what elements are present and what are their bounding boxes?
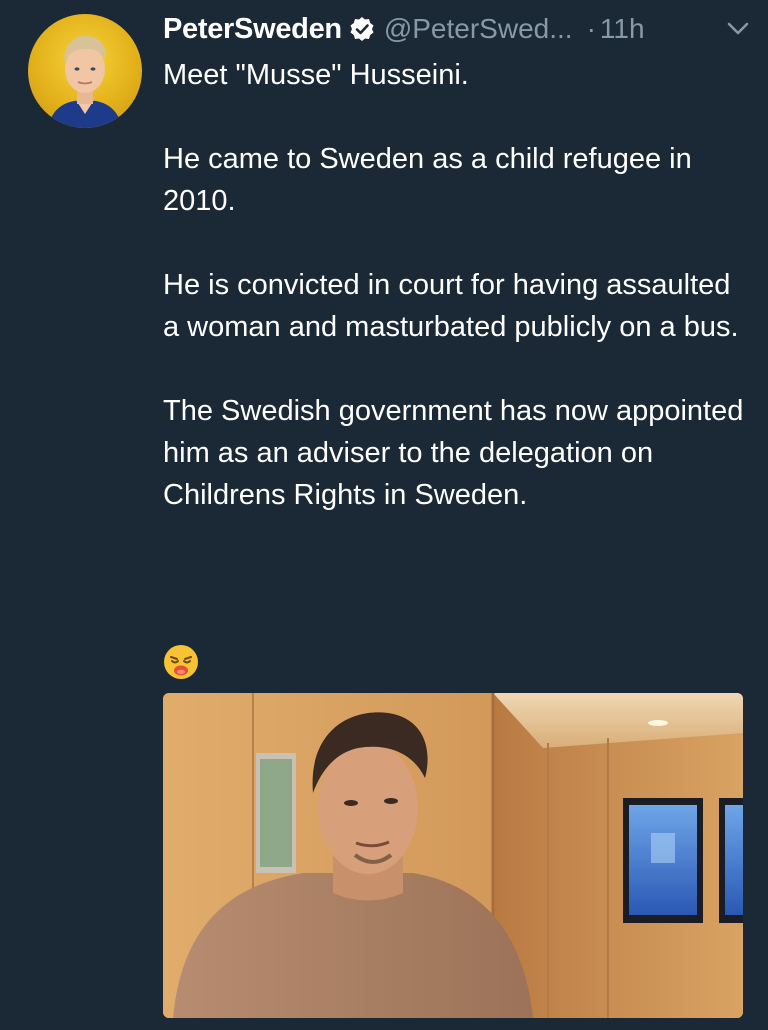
tweet-photo[interactable]	[163, 693, 743, 1018]
tweet-paragraph: He came to Sweden as a child refugee in …	[163, 143, 692, 217]
avatar[interactable]	[28, 14, 142, 128]
separator-dot: ·	[586, 13, 596, 44]
tweet-paragraph: Meet "Musse" Husseini.	[163, 59, 469, 91]
photo-image	[163, 693, 743, 1018]
tweet-text: Meet "Musse" Husseini. He came to Sweden…	[163, 54, 753, 558]
display-name[interactable]: PeterSweden	[163, 13, 342, 46]
tweet[interactable]: PeterSweden @PeterSwed... · 11h Meet "Mu…	[0, 0, 768, 1030]
handle[interactable]: @PeterSwed...	[384, 13, 573, 45]
tweet-paragraph: He is convicted in court for having assa…	[163, 269, 739, 343]
weary-face-icon	[162, 643, 200, 681]
chevron-down-icon[interactable]	[727, 22, 749, 36]
timestamp[interactable]: 11h	[600, 13, 645, 45]
avatar-portrait	[48, 36, 122, 128]
verified-badge-icon	[349, 16, 375, 42]
tweet-paragraph: The Swedish government has now appointed…	[163, 395, 744, 511]
tweet-header: PeterSweden @PeterSwed... · 11h	[163, 8, 753, 50]
